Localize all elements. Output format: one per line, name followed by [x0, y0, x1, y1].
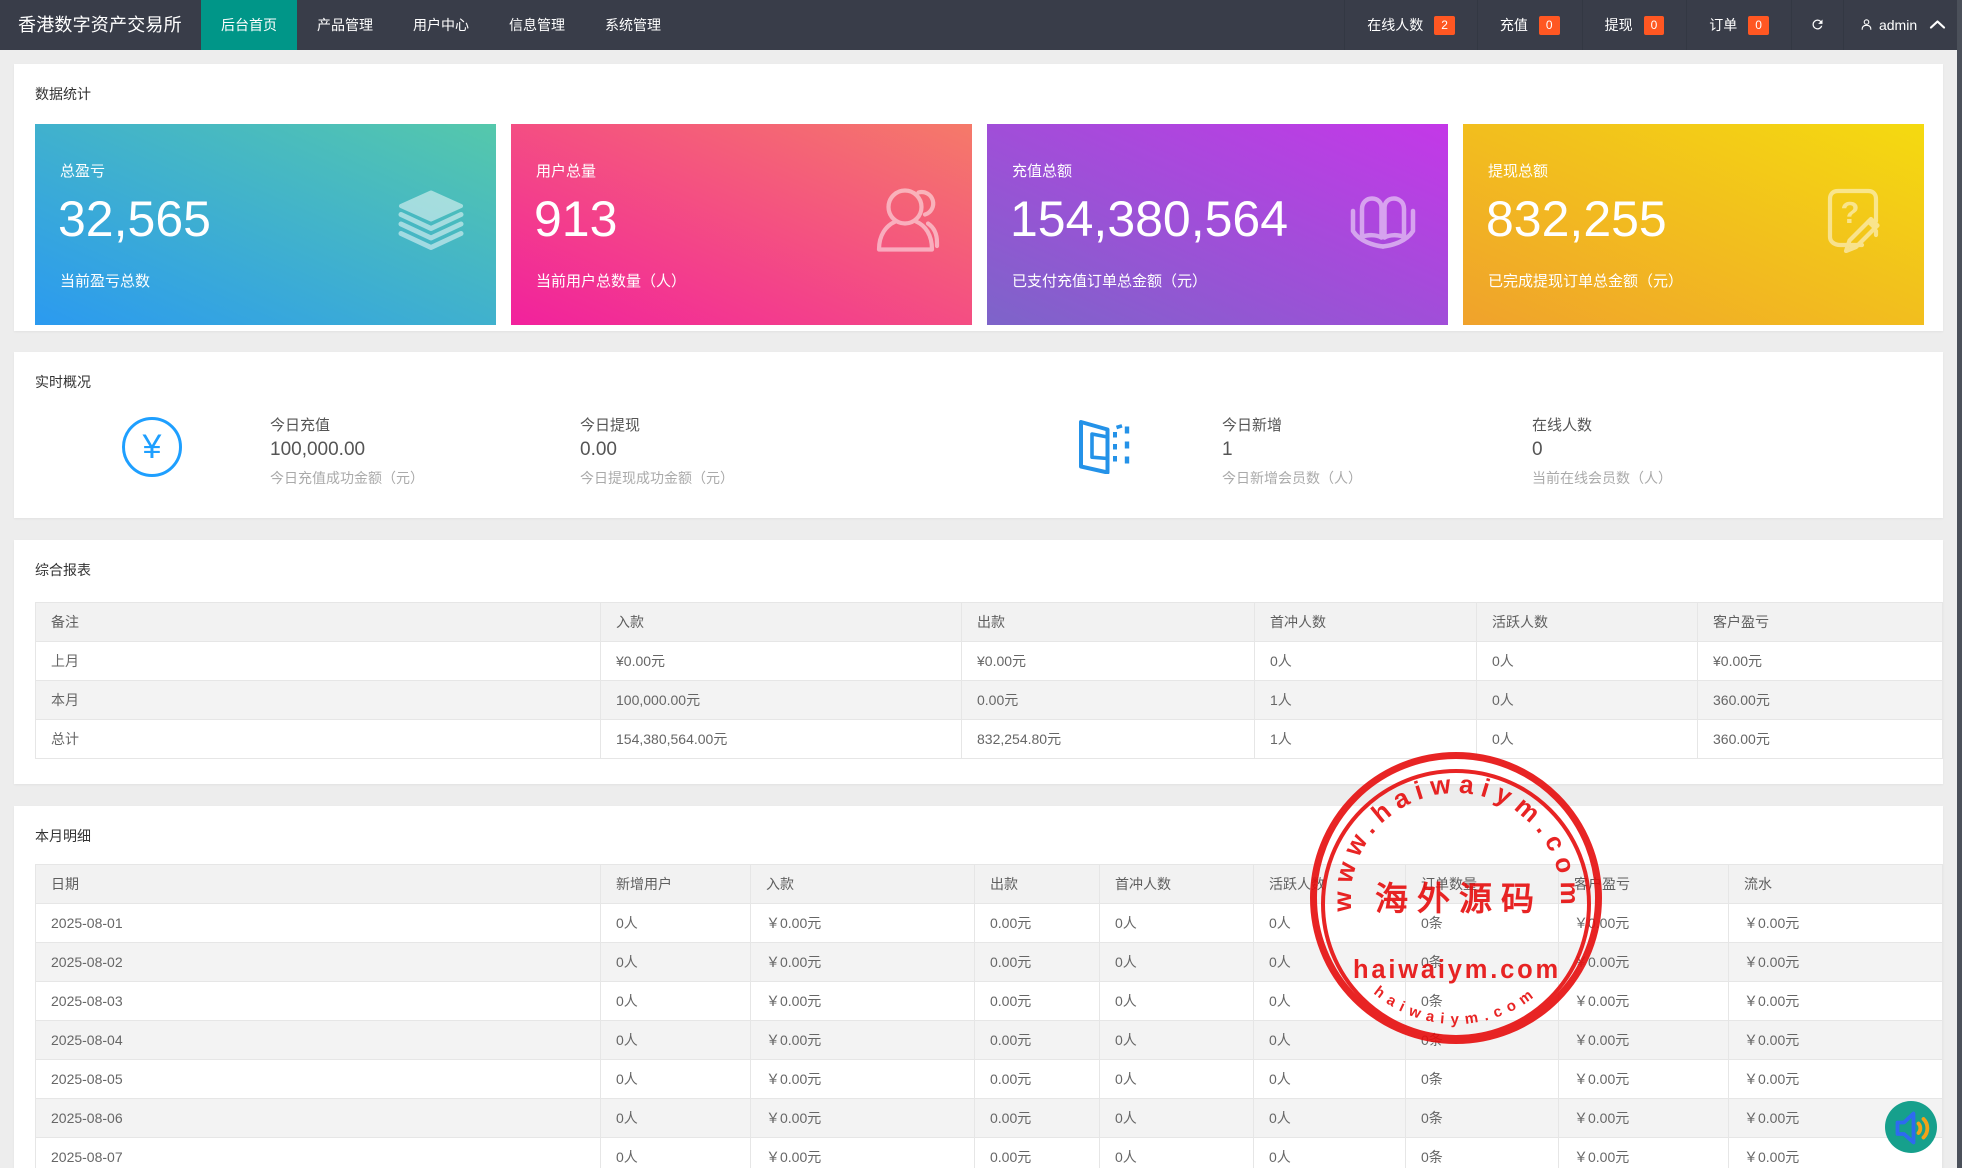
- svg-text:haiwaiym.com: haiwaiym.com: [1353, 956, 1561, 984]
- svg-text:海外源码: 海外源码: [1375, 881, 1543, 918]
- svg-text:?: ?: [1841, 195, 1860, 230]
